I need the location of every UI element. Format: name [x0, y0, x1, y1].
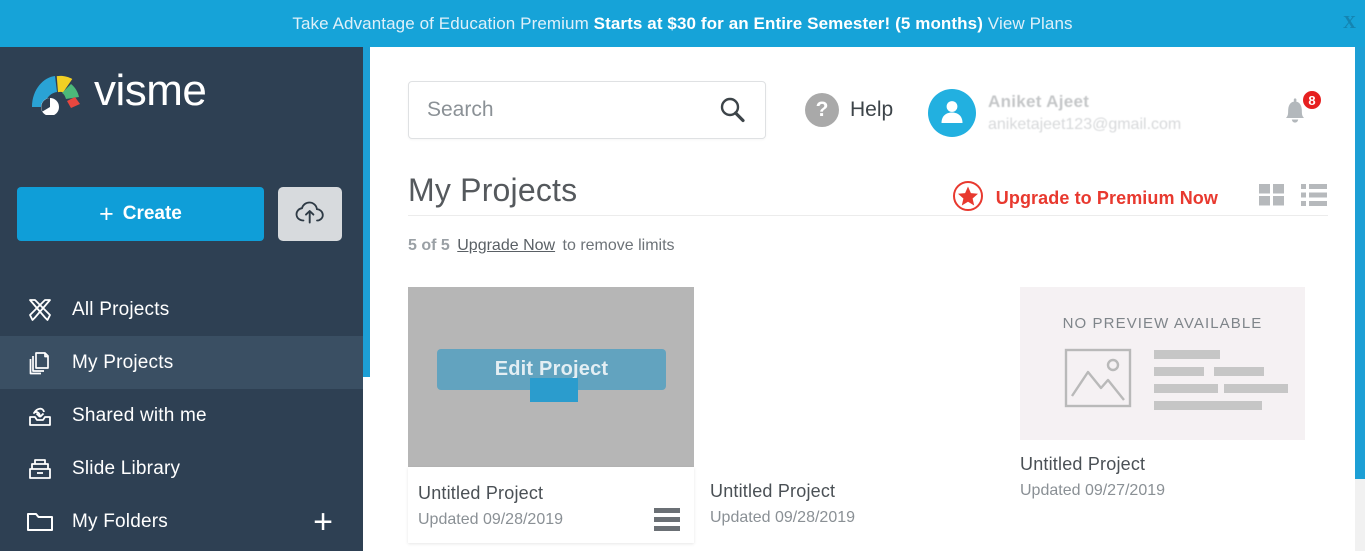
grid-view-icon[interactable] [1258, 182, 1286, 208]
sidebar-item-shared-with-me[interactable]: Shared with me [0, 389, 363, 442]
project-limit-row: 5 of 5 Upgrade Now to remove limits [408, 237, 675, 255]
project-name: Untitled Project [418, 483, 544, 503]
project-thumbnail[interactable]: Edit Project [408, 287, 694, 467]
sidebar-item-label: All Projects [72, 298, 170, 320]
project-thumbnail[interactable]: NO PREVIEW AVAILABLE [1020, 287, 1305, 440]
page-header-row: My Projects Upgrade to Premium Now [408, 172, 1328, 211]
notification-badge: 8 [1301, 89, 1323, 111]
folder-icon [23, 508, 57, 536]
visme-logo-text: visme [94, 66, 207, 115]
create-button[interactable]: + Create [17, 187, 264, 241]
sidebar-item-label: My Folders [72, 510, 168, 532]
list-view-icon[interactable] [1300, 182, 1328, 208]
sidebar-item-label: Slide Library [72, 457, 181, 479]
shared-inbox-icon [23, 402, 57, 430]
project-limit-count: 5 of 5 [408, 237, 450, 254]
main-content: ? Help Aniket Ajeet aniketajeet123@gmail… [370, 47, 1365, 551]
edit-project-highlight [530, 378, 578, 402]
project-updated: Updated 09/27/2019 [1020, 482, 1166, 499]
sidebar-actions: + Create [17, 187, 342, 241]
sidebar-item-my-projects[interactable]: My Projects [0, 336, 363, 389]
promo-view-plans-link[interactable]: View Plans [983, 14, 1073, 33]
promo-banner-text: Take Advantage of Education Premium Star… [292, 14, 1072, 34]
crossed-pencils-icon [23, 296, 57, 324]
user-name: Aniket Ajeet [988, 92, 1090, 111]
upgrade-now-link[interactable]: Upgrade Now [457, 237, 555, 254]
sidebar-item-label: My Projects [72, 351, 174, 373]
project-card-meta: Untitled Project Updated 09/27/2019 [1020, 440, 1306, 500]
sidebar-nav: All Projects My Projects Shared with me … [0, 283, 363, 548]
project-thumbnail[interactable] [710, 287, 996, 467]
help-button[interactable]: ? Help [805, 93, 893, 127]
project-card[interactable]: NO PREVIEW AVAILABLE Untitled Project Up… [1020, 287, 1306, 500]
text-placeholder-lines [1153, 350, 1262, 410]
help-label: Help [850, 98, 894, 121]
visme-logo[interactable]: visme [28, 66, 207, 116]
view-toggle-group [1258, 182, 1328, 208]
cloud-upload-icon [295, 201, 325, 228]
page-title: My Projects [408, 172, 578, 208]
upload-button[interactable] [278, 187, 342, 241]
promo-banner: Take Advantage of Education Premium Star… [0, 0, 1365, 47]
magnifier-icon[interactable] [717, 95, 765, 125]
add-folder-button[interactable]: + [313, 505, 333, 539]
notifications-button[interactable]: 8 [1275, 89, 1323, 137]
copy-documents-icon [23, 349, 57, 377]
project-card-meta: Untitled Project Updated 09/28/2019 [710, 467, 996, 527]
user-email: aniketajeet123@gmail.com [988, 116, 1182, 133]
search-input[interactable] [409, 98, 717, 122]
notification-bell-icon [1275, 98, 1315, 135]
plus-icon: + [99, 199, 114, 228]
project-name: Untitled Project [710, 481, 836, 501]
header-divider [408, 215, 1328, 216]
visme-logo-icon [28, 67, 84, 116]
project-name: Untitled Project [1020, 454, 1146, 474]
project-updated: Updated 09/28/2019 [418, 511, 564, 528]
user-info[interactable]: Aniket Ajeet aniketajeet123@gmail.com [988, 92, 1181, 134]
promo-bold-text: Starts at $30 for an Entire Semester! (5… [593, 13, 983, 33]
sidebar-scrollbar-thumb[interactable] [363, 47, 370, 377]
sidebar-item-my-folders[interactable]: My Folders + [0, 495, 363, 548]
sidebar-item-slide-library[interactable]: Slide Library [0, 442, 363, 495]
user-avatar-icon [937, 96, 967, 131]
project-card[interactable]: Edit Project Untitled Project Updated 09… [408, 287, 694, 543]
project-card[interactable]: Untitled Project Updated 09/28/2019 [710, 287, 996, 527]
sidebar-item-all-projects[interactable]: All Projects [0, 283, 363, 336]
image-placeholder-icon [1064, 348, 1132, 413]
red-star-icon [952, 180, 984, 217]
no-preview-label: NO PREVIEW AVAILABLE [1062, 314, 1263, 332]
page-scrollbar-thumb[interactable] [1355, 47, 1365, 479]
project-limit-suffix: to remove limits [562, 237, 675, 254]
sidebar-item-label: Shared with me [72, 404, 207, 426]
upgrade-label: Upgrade to Premium Now [995, 188, 1218, 208]
close-icon[interactable]: X [1343, 13, 1356, 31]
project-card-meta: Untitled Project Updated 09/28/2019 [408, 467, 694, 543]
create-button-label: Create [122, 203, 182, 224]
project-menu-icon[interactable] [654, 508, 680, 531]
question-mark-icon: ? [805, 93, 839, 127]
promo-lead-text: Take Advantage of Education Premium [292, 13, 594, 33]
visme-dashboard: Take Advantage of Education Premium Star… [0, 0, 1365, 551]
sidebar: visme + Create All Projects My Projects … [0, 47, 363, 551]
avatar[interactable] [928, 89, 976, 137]
upgrade-to-premium-button[interactable]: Upgrade to Premium Now [952, 180, 1218, 217]
search-box[interactable] [408, 81, 766, 139]
library-tray-icon [23, 455, 57, 483]
project-updated: Updated 09/28/2019 [710, 509, 856, 526]
no-preview-placeholder [1064, 348, 1262, 413]
